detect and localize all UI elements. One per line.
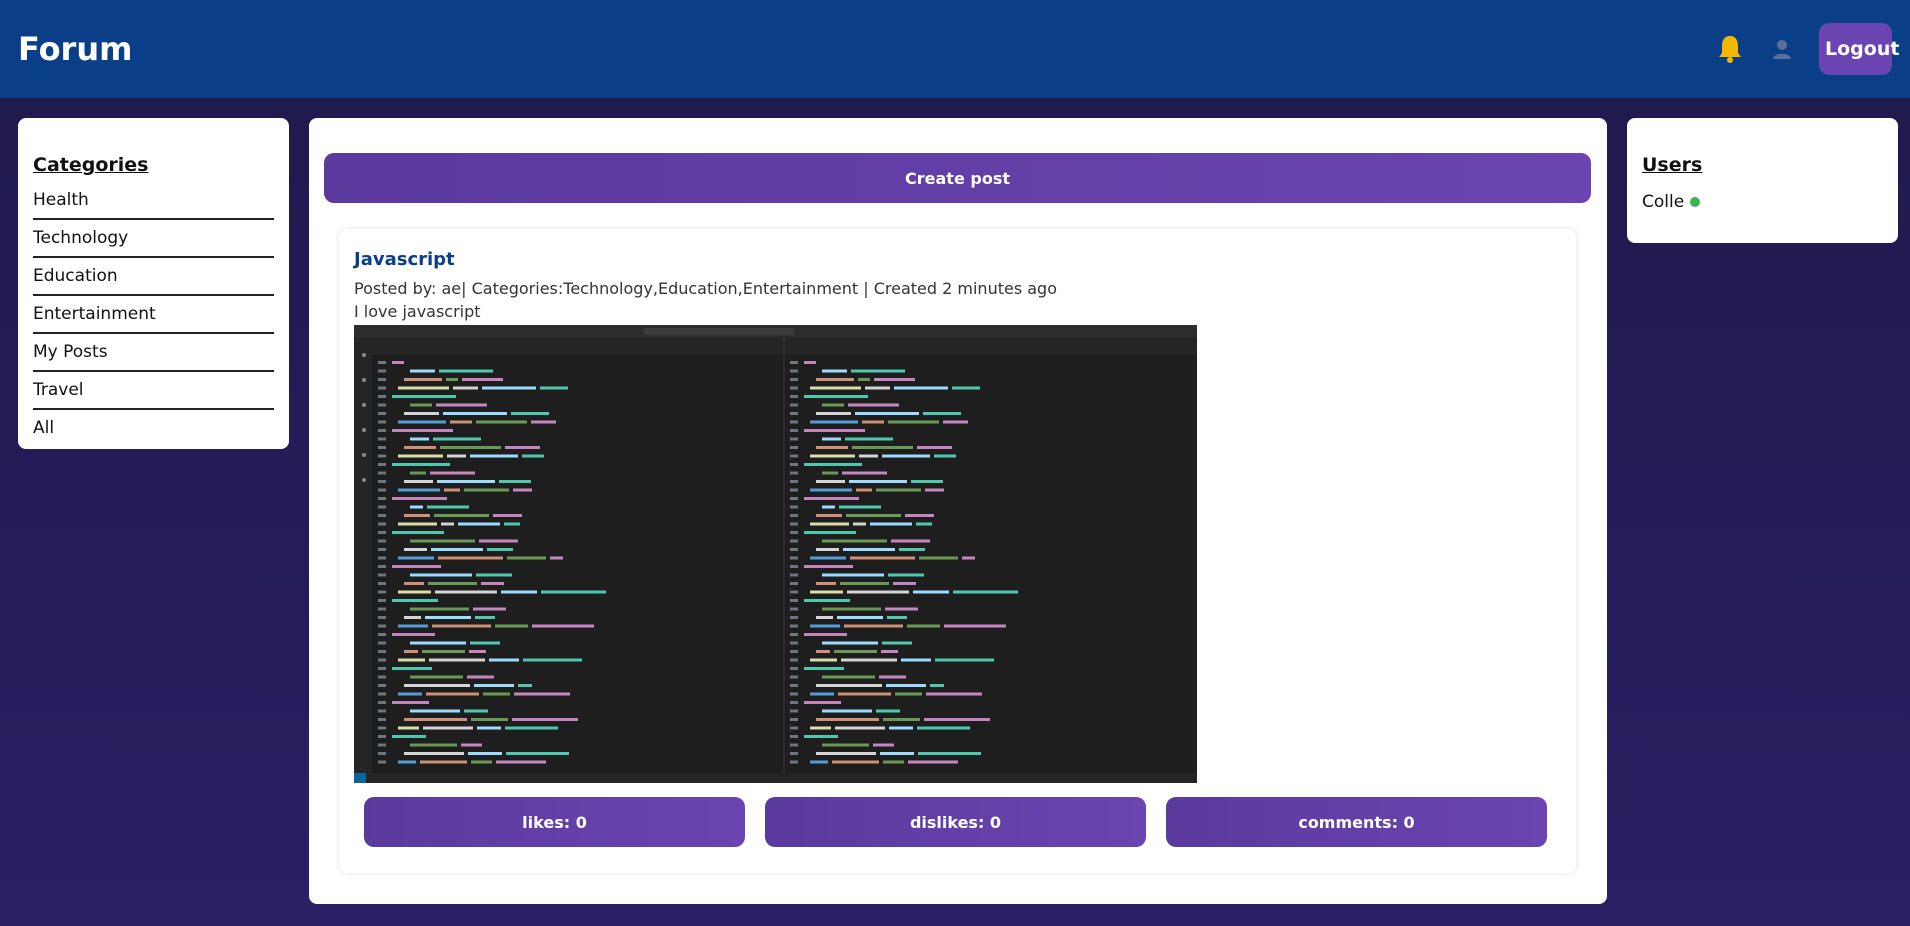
post-meta: Posted by: ae| Categories:Technology,Edu… xyxy=(354,279,1057,298)
categories-list: Health Technology Education Entertainmen… xyxy=(33,182,274,446)
post-actions: likes: 0 dislikes: 0 comments: 0 xyxy=(354,797,1561,847)
user-name: Colle xyxy=(1642,192,1685,212)
comments-button[interactable]: comments: 0 xyxy=(1166,797,1547,847)
main-feed: Create post Javascript Posted by: ae| Ca… xyxy=(309,118,1607,904)
users-panel: Users Colle xyxy=(1627,118,1898,243)
category-education[interactable]: Education xyxy=(33,258,274,296)
post-image xyxy=(354,325,1197,783)
code-editor-image xyxy=(354,325,1197,783)
categories-title: Categories xyxy=(33,154,149,176)
users-title: Users xyxy=(1642,154,1703,176)
category-entertainment[interactable]: Entertainment xyxy=(33,296,274,334)
brand-logo[interactable]: Forum xyxy=(18,30,132,68)
likes-button[interactable]: likes: 0 xyxy=(364,797,745,847)
post-title[interactable]: Javascript xyxy=(354,249,1561,270)
category-technology[interactable]: Technology xyxy=(33,220,274,258)
dislikes-button[interactable]: dislikes: 0 xyxy=(765,797,1146,847)
header-actions: Logout xyxy=(1715,23,1899,75)
online-status-icon xyxy=(1690,197,1701,207)
categories-panel: Categories Health Technology Education E… xyxy=(18,118,289,449)
top-navbar: Forum Logout xyxy=(0,0,1910,98)
post-card: Javascript Posted by: ae| Categories:Tec… xyxy=(339,229,1576,873)
category-health[interactable]: Health xyxy=(33,182,274,220)
user-item[interactable]: Colle xyxy=(1642,192,1883,212)
category-all[interactable]: All xyxy=(33,410,274,446)
post-body: I love javascript xyxy=(354,302,481,321)
user-icon[interactable] xyxy=(1771,38,1793,60)
category-my-posts[interactable]: My Posts xyxy=(33,334,274,372)
category-travel[interactable]: Travel xyxy=(33,372,274,410)
bell-icon[interactable] xyxy=(1715,33,1745,65)
logout-button[interactable]: Logout xyxy=(1819,23,1899,75)
create-post-button[interactable]: Create post xyxy=(324,153,1591,203)
